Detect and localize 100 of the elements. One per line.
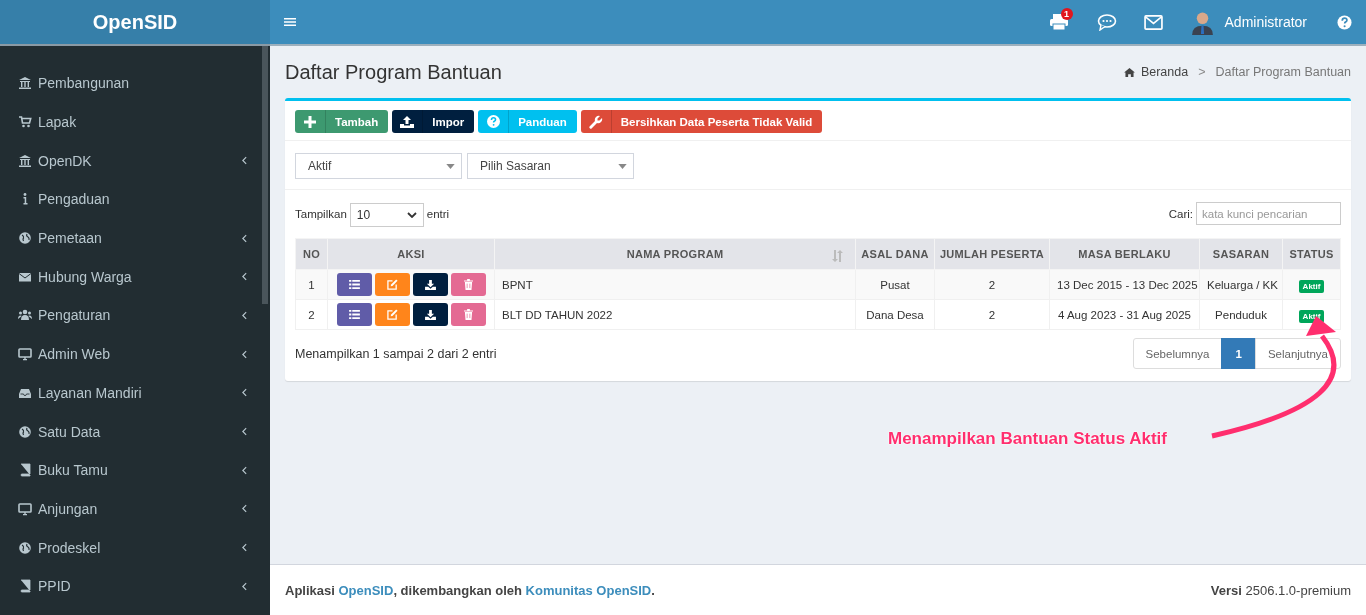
sidebar-item-label: Hubung Warga (38, 268, 133, 285)
sidebar-item-label: Lapak (38, 114, 78, 131)
bank-icon (18, 153, 32, 168)
toolbar-button[interactable]: Impor (392, 110, 475, 133)
download-icon (424, 279, 436, 290)
sidebar-item[interactable]: Buku Tamu (0, 450, 261, 490)
list-icon (348, 310, 360, 319)
sidebar-item[interactable]: Anjungan (0, 489, 261, 529)
filter-dropdown[interactable]: Aktif (295, 153, 462, 179)
sidebar-item[interactable]: Prodeskel (0, 528, 261, 567)
sidebar-item[interactable]: Pemetaan (0, 218, 261, 258)
chevron-left-icon (242, 388, 247, 398)
toolbar-button[interactable]: Tambah (295, 110, 389, 133)
chevron-left-icon (242, 543, 247, 553)
footer-link[interactable]: OpenSID (338, 582, 394, 598)
trash-icon (463, 309, 473, 320)
sidebar-item[interactable]: Layanan Mandiri (0, 373, 261, 413)
edit-icon (386, 309, 398, 320)
sidebar-item[interactable]: OpenDK (0, 141, 261, 181)
users-icon (18, 308, 32, 323)
entries-dropdown[interactable]: 10 (349, 203, 424, 227)
chevron-down-icon (406, 212, 417, 218)
column-header: JUMLAH PESERTA (934, 238, 1050, 270)
column-header: ASAL DANA (855, 238, 935, 270)
sidebar-item-label: Satu Data (38, 423, 102, 440)
sidebar-item-label: Admin Web (38, 346, 112, 363)
edit-icon (386, 279, 398, 290)
table-info: Menampilkan 1 sampai 2 dari 2 entri (295, 346, 497, 361)
length-label: Tampilkan (295, 207, 347, 220)
sidebar-item[interactable]: Lapak (0, 102, 261, 142)
version-text: Versi 2506.1.0-premium (1210, 582, 1351, 598)
table-cell: 13 Dec 2015 - 13 Dec 2025 (1049, 269, 1200, 300)
list-button[interactable] (336, 303, 372, 326)
breadcrumb-link[interactable]: Beranda (1140, 65, 1189, 79)
sidebar-item[interactable]: Admin Web (0, 334, 261, 374)
sidebar-item-label: Pengaturan (38, 307, 112, 324)
table-cell: Keluarga / KK (1199, 269, 1283, 300)
pagination-button[interactable]: Sebelumnya (1132, 338, 1223, 369)
search-label: Cari: (1168, 207, 1193, 220)
dropdown-arrow-icon (446, 163, 455, 169)
download-icon (424, 309, 436, 320)
sidebar-item-label: Layanan Mandiri (38, 384, 143, 401)
column-header: SASARAN (1199, 238, 1283, 270)
length-suffix: entri (426, 207, 450, 220)
table-cell: Dana Desa (855, 299, 935, 330)
sidebar-item[interactable]: Pengaduan (0, 180, 261, 219)
chevron-left-icon (242, 504, 247, 514)
table-cell: 1 (295, 269, 328, 300)
sidebar-item[interactable]: Pengaturan (0, 296, 261, 335)
notification-badge: 1 (1060, 8, 1073, 20)
chevron-left-icon (242, 349, 247, 359)
list-icon (348, 280, 360, 289)
column-header: NO (295, 238, 328, 270)
monitor-icon (18, 347, 32, 362)
list-button[interactable] (336, 273, 372, 296)
column-header: MASA BERLAKU (1049, 238, 1200, 270)
envelope-icon[interactable] (1143, 14, 1163, 30)
chat-bubble-icon[interactable] (1096, 13, 1117, 31)
sidebar-item[interactable]: Hubung Warga (0, 257, 261, 297)
sidebar-item[interactable]: Pembangunan (0, 64, 261, 103)
table-cell: BLT DD TAHUN 2022 (494, 299, 856, 330)
status-badge: Aktif (1298, 279, 1325, 293)
upload-icon (400, 115, 415, 128)
footer-text: Aplikasi OpenSID, dikembangkan oleh Komunitas OpenSID. (285, 582, 655, 598)
table-cell: 2 (934, 269, 1050, 300)
home-icon (1123, 67, 1135, 77)
printer-icon[interactable] (1048, 13, 1069, 31)
sidebar-item-label: Pemetaan (38, 230, 103, 247)
globe-icon (18, 424, 32, 439)
sidebar-item[interactable]: PPID (0, 566, 261, 606)
monitor-icon (18, 501, 32, 516)
chevron-left-icon (242, 156, 247, 166)
chevron-left-icon (242, 465, 247, 475)
column-header: AKSI (327, 238, 495, 270)
column-header[interactable]: NAMA PROGRAM (494, 238, 856, 270)
column-header: STATUS (1282, 238, 1341, 270)
download-button[interactable] (412, 273, 448, 296)
scrollbar[interactable] (262, 46, 268, 304)
sidebar-item[interactable]: Satu Data (0, 412, 261, 451)
search-field[interactable]: kata kunci pencarian (1196, 202, 1341, 225)
menu-icon[interactable] (284, 17, 296, 27)
chevron-left-icon (242, 581, 247, 591)
filter-dropdown[interactable]: Pilih Sasaran (467, 153, 634, 179)
table-cell: Pusat (855, 269, 935, 300)
user-menu[interactable]: Administrator (1189, 9, 1307, 35)
pagination-button[interactable]: Selanjutnya (1254, 338, 1341, 369)
sidebar-item-label: Buku Tamu (38, 462, 109, 479)
sidebar-item-label: Anjungan (38, 500, 99, 517)
table-cell: 4 Aug 2023 - 31 Aug 2025 (1049, 299, 1200, 330)
toolbar-button[interactable]: Bersihkan Data Peserta Tidak Valid (580, 110, 823, 133)
pagination-button[interactable]: 1 (1221, 338, 1256, 369)
chevron-left-icon (242, 272, 247, 282)
sidebar-item-label: OpenDK (38, 152, 93, 169)
cart-icon (18, 115, 32, 130)
app-logo[interactable]: OpenSID (0, 0, 270, 46)
table-cell: BPNT (494, 269, 856, 300)
help-icon[interactable] (1337, 14, 1352, 30)
plus-icon (304, 115, 316, 128)
download-button[interactable] (412, 303, 448, 326)
bank-icon (18, 76, 32, 91)
